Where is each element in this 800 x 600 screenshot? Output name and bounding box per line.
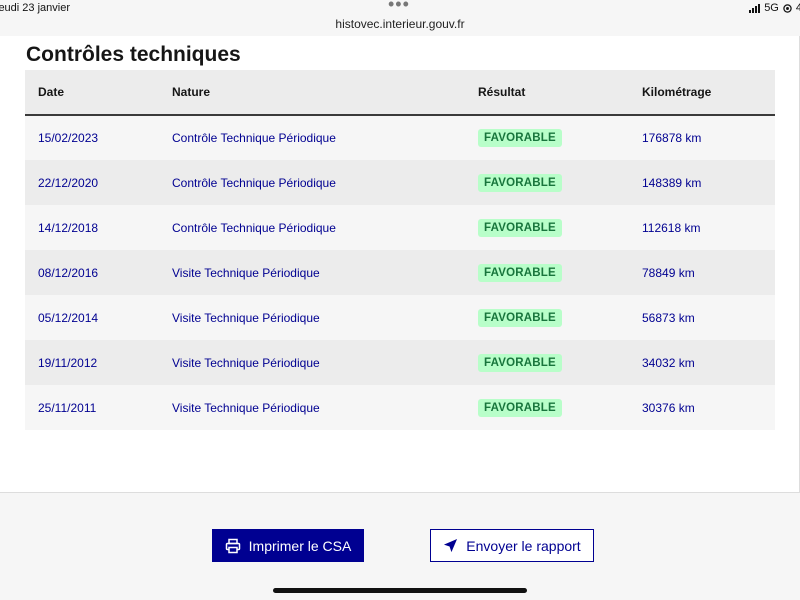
more-dots-icon[interactable]: •••	[388, 0, 410, 15]
print-csa-button[interactable]: Imprimer le CSA	[212, 529, 364, 562]
signal-icon	[749, 3, 761, 13]
send-report-button[interactable]: Envoyer le rapport	[430, 529, 594, 562]
address-bar[interactable]: histovec.interieur.gouv.fr	[0, 14, 800, 36]
url-text[interactable]: histovec.interieur.gouv.fr	[335, 17, 464, 31]
cell-nature: Visite Technique Périodique	[172, 310, 320, 325]
column-header-result: Résultat	[478, 85, 526, 99]
home-indicator[interactable]	[273, 588, 527, 593]
cell-mileage: 176878 km	[642, 131, 702, 145]
cell-result: FAVORABLE	[465, 160, 629, 205]
table-header-row: Date Nature Résultat Kilométrage	[25, 70, 775, 115]
cell-mileage: 148389 km	[642, 175, 702, 190]
table-row: 05/12/2014 Visite Technique Périodique F…	[25, 295, 775, 340]
table-row: 08/12/2016 Visite Technique Périodique F…	[25, 250, 775, 295]
result-badge: FAVORABLE	[478, 218, 562, 237]
cell-result: FAVORABLE	[465, 115, 629, 160]
battery-level: 4	[795, 2, 800, 14]
status-bar: jeudi 23 janvier ••• 5G 4	[0, 0, 800, 14]
cell-date: 19/11/2012	[38, 355, 98, 370]
location-icon	[783, 3, 792, 13]
section-title: Contrôles techniques	[26, 43, 241, 66]
cell-result: FAVORABLE	[465, 340, 629, 385]
technical-inspections-card: Contrôles techniques Date Nature Résulta…	[0, 36, 800, 493]
status-indicators: 5G 4	[749, 2, 800, 14]
cell-result: FAVORABLE	[465, 295, 629, 340]
cell-nature: Contrôle Technique Périodique	[172, 175, 336, 190]
print-csa-label: Imprimer le CSA	[248, 537, 352, 554]
cell-mileage: 78849 km	[642, 265, 695, 280]
result-badge: FAVORABLE	[478, 173, 562, 192]
cell-mileage: 30376 km	[642, 400, 695, 415]
column-header-nature: Nature	[172, 85, 211, 99]
cell-date: 08/12/2016	[38, 265, 99, 280]
column-header-date: Date	[38, 85, 65, 99]
cell-mileage: 112618 km	[642, 220, 701, 235]
cell-nature: Visite Technique Périodique	[172, 355, 320, 370]
result-badge: FAVORABLE	[478, 263, 562, 282]
table-row: 19/11/2012 Visite Technique Périodique F…	[25, 340, 775, 385]
table-row: 15/02/2023 Contrôle Technique Périodique…	[25, 115, 775, 160]
cell-nature: Contrôle Technique Périodique	[172, 220, 336, 235]
result-badge: FAVORABLE	[478, 129, 562, 147]
status-time: jeudi 23 janvier	[0, 2, 70, 14]
inspections-table: Date Nature Résultat Kilométrage 15/02/2…	[25, 70, 775, 430]
result-badge: FAVORABLE	[478, 398, 562, 417]
cell-date: 25/11/2011	[38, 400, 97, 415]
send-report-label: Envoyer le rapport	[466, 537, 581, 554]
cell-result: FAVORABLE	[465, 385, 629, 430]
network-label: 5G	[764, 2, 779, 14]
table-row: 14/12/2018 Contrôle Technique Périodique…	[25, 205, 775, 250]
column-header-mileage: Kilométrage	[642, 85, 712, 99]
result-badge: FAVORABLE	[478, 353, 562, 372]
send-arrow-icon	[444, 538, 458, 553]
table-row: 25/11/2011 Visite Technique Périodique F…	[25, 385, 775, 430]
result-badge: FAVORABLE	[478, 308, 562, 327]
cell-date: 15/02/2023	[38, 131, 99, 145]
cell-result: FAVORABLE	[465, 205, 629, 250]
cell-nature: Visite Technique Périodique	[172, 265, 320, 280]
printer-icon	[225, 538, 240, 553]
cell-date: 05/12/2014	[38, 310, 99, 325]
cell-result: FAVORABLE	[465, 250, 629, 295]
cell-mileage: 56873 km	[642, 310, 695, 325]
cell-nature: Visite Technique Périodique	[172, 400, 320, 415]
cell-nature: Contrôle Technique Périodique	[172, 131, 336, 145]
cell-mileage: 34032 km	[642, 355, 695, 370]
cell-date: 22/12/2020	[38, 175, 99, 190]
table-row: 22/12/2020 Contrôle Technique Périodique…	[25, 160, 775, 205]
cell-date: 14/12/2018	[38, 220, 99, 235]
